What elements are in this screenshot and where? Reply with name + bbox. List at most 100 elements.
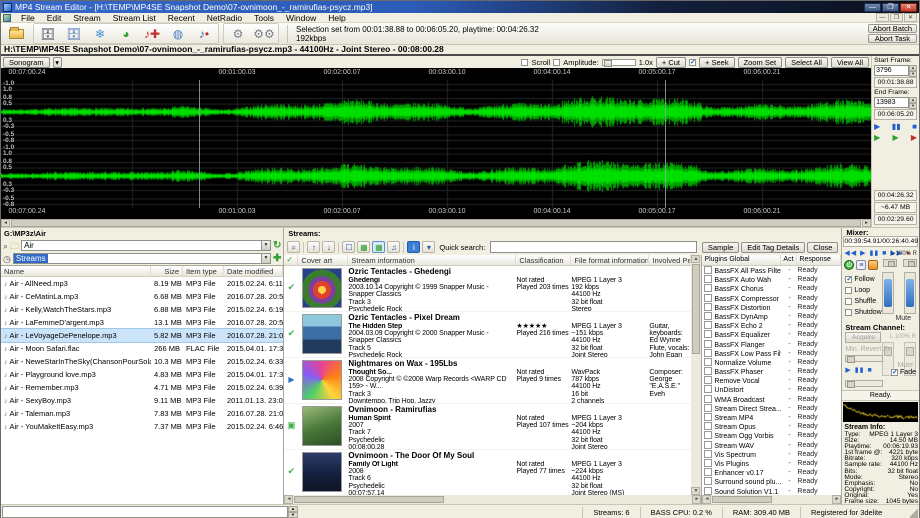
stream-row[interactable]: Ozric Tentacles - Ghedengi Ghedengi2003.…: [284, 266, 692, 312]
scroll-left-icon[interactable]: ◄: [702, 495, 712, 504]
file-row[interactable]: Air - AllNeed.mp3 8.19 MB MP3 File 2015.…: [1, 277, 283, 290]
stream-play-icon[interactable]: ▶: [845, 367, 851, 374]
settings-button[interactable]: ⚙: [225, 24, 251, 43]
seek-button[interactable]: + Seek: [699, 56, 735, 68]
cover-art-thumbnail[interactable]: [298, 312, 348, 357]
scrollbar-thumb[interactable]: [11, 219, 862, 227]
volume-slider-left[interactable]: [882, 272, 894, 314]
menu-item[interactable]: Stream List: [107, 13, 162, 23]
waveform-display[interactable]: 00:01:00.03 00:02:00.07 00:03:00.10 00:04:0…: [1, 68, 872, 219]
fade-checkbox-icon[interactable]: [891, 368, 899, 376]
mdi-close-icon[interactable]: ✕: [904, 13, 917, 22]
filter-combobox[interactable]: Streams ▼: [12, 253, 272, 264]
plugin-name[interactable]: UnDistort: [702, 385, 781, 394]
cover-art-thumbnail[interactable]: [298, 358, 348, 403]
speaker-icon[interactable]: ♫: [387, 241, 401, 253]
file-row[interactable]: Air - NeweStarInTheSky(ChansonPourSolal)…: [1, 355, 284, 368]
end-frame-spinner[interactable]: 13983 ▲ ▼: [874, 97, 917, 109]
play-from-icon[interactable]: ▶: [892, 133, 898, 142]
plugin-name[interactable]: BassFX Echo 2: [702, 321, 781, 330]
cover-art-thumbnail[interactable]: [298, 266, 348, 311]
plugin-row[interactable]: Stream Ogg Vorbis - Ready: [702, 431, 841, 440]
column-involved-people[interactable]: Involved People: [649, 255, 692, 265]
info-icon[interactable]: i: [407, 241, 421, 253]
power-icon[interactable]: ⏻: [844, 260, 855, 270]
revert-slider[interactable]: [845, 355, 884, 363]
pause-icon[interactable]: ▮▮: [892, 122, 901, 131]
fade-slider[interactable]: [845, 380, 884, 388]
column-item-type[interactable]: Item type: [183, 266, 224, 276]
file-row[interactable]: Air - YouMakeItEasy.mp3 7.37 MB MP3 File…: [1, 420, 284, 433]
fade-checkbox-row[interactable]: Fade: [891, 368, 916, 376]
plugin-row[interactable]: BassFX DynAmp - Ready: [702, 312, 841, 321]
mdi-minimize-icon[interactable]: —: [876, 13, 889, 22]
scroll-checkbox[interactable]: [521, 58, 529, 66]
plugin-name[interactable]: Vis Spectrum: [702, 450, 781, 459]
stream-row[interactable]: Ovnimoon - Ramirufias Human Spirit2007 T…: [284, 404, 692, 450]
plugin-name[interactable]: BassFX Chorus: [702, 284, 781, 293]
seek-checkbox[interactable]: [689, 58, 697, 66]
stop-icon[interactable]: ■: [882, 250, 887, 257]
stream-title[interactable]: Ovnimoon - The Door Of My Soul: [348, 450, 691, 461]
selection-end-marker[interactable]: [665, 80, 666, 208]
file-row[interactable]: Air - Kelly,WatchTheStars.mp3 6.88 MB MP…: [1, 303, 284, 316]
file-name[interactable]: Air - Taleman.mp3: [1, 407, 151, 420]
resize-grip[interactable]: [910, 506, 918, 518]
plugin-row[interactable]: BassFX Low Pass Filter - Ready: [702, 349, 841, 358]
previous-icon[interactable]: ◀◀: [844, 250, 857, 257]
column-act[interactable]: Act: [781, 255, 798, 265]
plugin-name[interactable]: Remove Vocal: [702, 376, 781, 385]
plugin-row[interactable]: Enhancer v0.17 - Ready: [702, 468, 841, 477]
file-name[interactable]: Air - NeweStarInTheSky(ChansonPourSolal)…: [1, 355, 152, 368]
chevron-down-icon[interactable]: ▼: [261, 241, 271, 250]
file-name[interactable]: Air - Kelly,WatchTheStars.mp3: [1, 303, 151, 316]
checkbox-mode-icon[interactable]: ☐: [342, 241, 356, 253]
stream-row[interactable]: Ozric Tentacles - Pixel Dream The Hidden…: [284, 312, 692, 358]
stop-icon[interactable]: ■: [912, 122, 917, 131]
convert-button[interactable]: 🗄: [61, 24, 87, 43]
play-selection-icon[interactable]: ▶: [874, 133, 880, 142]
plugin-name[interactable]: BassFX Auto Wah: [702, 275, 781, 284]
column-date-modified[interactable]: Date modified: [224, 266, 284, 276]
plugin-row[interactable]: BassFX Flanger - Ready: [702, 340, 841, 349]
sonogram-button[interactable]: Sonogram: [3, 56, 50, 68]
column-name[interactable]: Name: [1, 266, 151, 276]
stream-pause-icon[interactable]: ▮▮: [855, 367, 865, 374]
file-row[interactable]: Air - LeVoyageDePenelope.mp3 5.82 MB MP3…: [1, 328, 284, 343]
stream-stop-icon[interactable]: ■: [867, 367, 872, 374]
plugin-row[interactable]: WMA Broadcast - Ready: [702, 395, 841, 404]
volume-slider-right[interactable]: [904, 272, 916, 314]
stream-title[interactable]: Ozric Tentacles - Pixel Dream: [348, 312, 691, 323]
move-down-icon[interactable]: ↓: [322, 241, 336, 253]
plugin-row[interactable]: Vis Spectrum - Ready: [702, 450, 841, 459]
amplitude-slider[interactable]: [601, 58, 636, 67]
scroll-left-icon[interactable]: ◄: [1, 219, 10, 227]
view-all-button[interactable]: View All: [830, 56, 870, 68]
waveform-canvas[interactable]: [1, 80, 872, 208]
plugin-name[interactable]: BassFX All Pass Filter: [702, 266, 781, 275]
plugin-row[interactable]: BassFX Auto Wah - Ready: [702, 275, 841, 284]
column-classification[interactable]: Classification: [516, 255, 572, 265]
stream-title[interactable]: Ovnimoon - Ramirufias: [348, 404, 691, 415]
plugin-name[interactable]: Stream Direct Strea...: [702, 404, 781, 413]
row-marker-icon[interactable]: [284, 404, 298, 449]
plugin-name[interactable]: BassFX DynAmp: [702, 312, 781, 321]
acquire-button[interactable]: Acquire: [845, 332, 882, 343]
freeze-button[interactable]: ❄: [87, 24, 113, 43]
mixer-checkbox-row[interactable]: Shuffle: [845, 296, 885, 307]
tools-button[interactable]: ⚙⚙: [251, 24, 277, 43]
stream-list-vertical-scrollbar[interactable]: ▲ ▼: [691, 255, 702, 495]
stream-list-horizontal-scrollbar[interactable]: ◄ ►: [284, 495, 702, 504]
file-row[interactable]: Air - Remember.mp3 4.71 MB MP3 File 2015…: [1, 381, 284, 394]
column-file-format[interactable]: File format information: [571, 255, 650, 265]
plugin-name[interactable]: Stream Opus: [702, 422, 781, 431]
file-row[interactable]: Air - Moon Safari.flac 266 MB FLAC File …: [1, 342, 284, 355]
scroll-right-icon[interactable]: ►: [862, 219, 872, 227]
batch-encode-button[interactable]: 🗄: [35, 24, 61, 43]
file-row[interactable]: Air - Taleman.mp3 7.83 MB MP3 File 2016.…: [1, 407, 284, 420]
info-dropdown-icon[interactable]: ▾: [422, 241, 436, 253]
column-size[interactable]: Size: [151, 266, 183, 276]
minimize-button[interactable]: —: [864, 2, 881, 12]
stream-title[interactable]: Ozric Tentacles - Ghedengi: [348, 266, 691, 277]
edit-tag-details-button[interactable]: Edit Tag Details: [741, 241, 806, 253]
